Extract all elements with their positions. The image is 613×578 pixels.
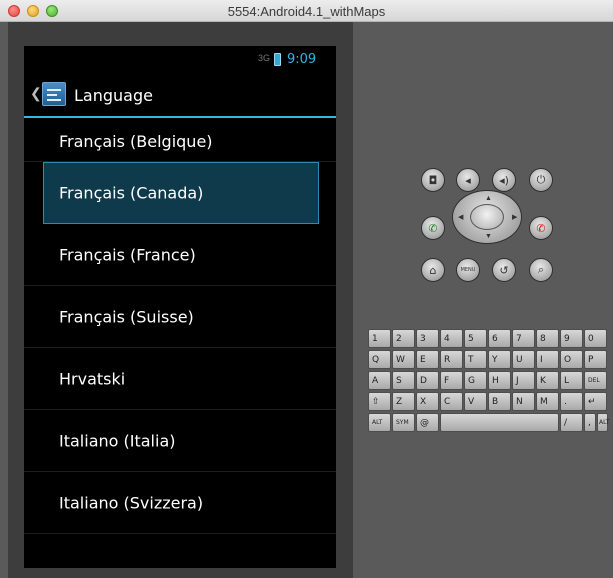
dpad-up-icon[interactable]: ▲ <box>485 195 492 202</box>
key[interactable]: 6 <box>488 329 511 348</box>
home-icon[interactable]: ⌂ <box>421 258 445 282</box>
key[interactable]: A <box>368 371 391 390</box>
key[interactable]: E <box>416 350 439 369</box>
key[interactable]: S <box>392 371 415 390</box>
at-key[interactable]: @ <box>416 413 439 432</box>
keyboard-row-asdf: A S D F G H J K L DEL <box>368 371 608 390</box>
dpad-down-icon[interactable]: ▼ <box>485 233 492 240</box>
key[interactable]: 9 <box>560 329 583 348</box>
action-bar-title: Language <box>74 86 153 105</box>
status-bar: 3G 9:09 <box>24 46 336 72</box>
key[interactable]: C <box>440 392 463 411</box>
key[interactable]: Q <box>368 350 391 369</box>
back-icon[interactable]: ↺ <box>492 258 516 282</box>
key[interactable]: U <box>512 350 535 369</box>
language-list: Français (Belgique) Français (Canada) Fr… <box>24 118 336 534</box>
key[interactable]: 2 <box>392 329 415 348</box>
key[interactable]: Y <box>488 350 511 369</box>
key[interactable]: M <box>536 392 559 411</box>
key[interactable]: L <box>560 371 583 390</box>
volume-up-icon[interactable]: ◂) <box>492 168 516 192</box>
alt-key-left[interactable]: ALT <box>368 413 391 432</box>
status-time: 9:09 <box>287 52 317 67</box>
key[interactable]: 3 <box>416 329 439 348</box>
language-list-item[interactable]: Italiano (Svizzera) <box>24 472 336 534</box>
dpad-center-button[interactable] <box>470 204 504 230</box>
key[interactable]: J <box>512 371 535 390</box>
space-key[interactable] <box>440 413 559 432</box>
keyboard-row-qwerty: Q W E R T Y U I O P <box>368 350 608 369</box>
language-list-item-selected[interactable]: Français (Canada) <box>43 162 319 224</box>
action-bar: ❮ Language <box>24 72 336 118</box>
key[interactable]: D <box>416 371 439 390</box>
end-call-icon[interactable]: ✆ <box>529 216 553 240</box>
android-screen: 3G 9:09 ❮ Language Français (Belgique) F… <box>24 46 336 568</box>
keyboard-row-numbers: 1 2 3 4 5 6 7 8 9 0 <box>368 329 608 348</box>
camera-icon[interactable]: ◘ <box>421 168 445 192</box>
dpad-right-icon[interactable]: ▶ <box>512 213 517 221</box>
language-label: Hrvatski <box>59 369 126 388</box>
window-titlebar: 5554:Android4.1_withMaps <box>0 0 613 22</box>
key[interactable]: G <box>464 371 487 390</box>
language-label: Français (Suisse) <box>59 307 194 326</box>
key[interactable]: . <box>560 392 583 411</box>
key[interactable]: R <box>440 350 463 369</box>
key[interactable]: V <box>464 392 487 411</box>
key[interactable]: B <box>488 392 511 411</box>
language-label: Français (Belgique) <box>59 132 213 151</box>
language-label: Italiano (Svizzera) <box>59 493 204 512</box>
key[interactable]: 7 <box>512 329 535 348</box>
key[interactable]: 8 <box>536 329 559 348</box>
key[interactable]: O <box>560 350 583 369</box>
key[interactable]: X <box>416 392 439 411</box>
delete-key[interactable]: DEL <box>584 371 607 390</box>
comma-key[interactable]: , <box>584 413 596 432</box>
key[interactable]: 4 <box>440 329 463 348</box>
search-icon[interactable]: ⌕ <box>529 258 553 282</box>
key[interactable]: 0 <box>584 329 607 348</box>
battery-icon <box>274 53 281 66</box>
key[interactable]: Z <box>392 392 415 411</box>
key[interactable]: I <box>536 350 559 369</box>
language-list-item[interactable]: Français (Belgique) <box>24 118 336 162</box>
key[interactable]: 5 <box>464 329 487 348</box>
key[interactable]: N <box>512 392 535 411</box>
keyboard-row-zxcv: ⇧ Z X C V B N M . ↵ <box>368 392 608 411</box>
window-title: 5554:Android4.1_withMaps <box>227 4 386 19</box>
dpad-left-icon[interactable]: ◀ <box>458 213 463 221</box>
keyboard-row-bottom: ALT SYM @ / , ALT <box>368 413 609 432</box>
up-caret-icon[interactable]: ❮ <box>30 85 42 102</box>
dpad[interactable]: ▲ ▼ ◀ ▶ <box>452 190 522 244</box>
settings-app-icon[interactable] <box>42 82 66 106</box>
alt-key-right[interactable]: ALT <box>597 413 609 432</box>
language-label: Français (France) <box>59 245 196 264</box>
shift-key[interactable]: ⇧ <box>368 392 391 411</box>
key[interactable]: 1 <box>368 329 391 348</box>
volume-down-icon[interactable]: ◂ <box>456 168 480 192</box>
menu-button[interactable]: MENU <box>456 258 480 282</box>
slash-key[interactable]: / <box>560 413 583 432</box>
language-list-item[interactable]: Hrvatski <box>24 348 336 410</box>
language-list-item[interactable]: Français (France) <box>24 224 336 286</box>
enter-key[interactable]: ↵ <box>584 392 607 411</box>
call-icon[interactable]: ✆ <box>421 216 445 240</box>
key[interactable]: W <box>392 350 415 369</box>
key[interactable]: T <box>464 350 487 369</box>
key[interactable]: H <box>488 371 511 390</box>
language-label: Italiano (Italia) <box>59 431 176 450</box>
language-label: Français (Canada) <box>59 183 204 203</box>
sym-key[interactable]: SYM <box>392 413 415 432</box>
key[interactable]: P <box>584 350 607 369</box>
signal-icon: 3G <box>258 53 271 63</box>
language-list-item[interactable]: Italiano (Italia) <box>24 410 336 472</box>
power-icon[interactable]: ⏻ <box>529 168 553 192</box>
key[interactable]: K <box>536 371 559 390</box>
language-list-item[interactable]: Français (Suisse) <box>24 286 336 348</box>
key[interactable]: F <box>440 371 463 390</box>
